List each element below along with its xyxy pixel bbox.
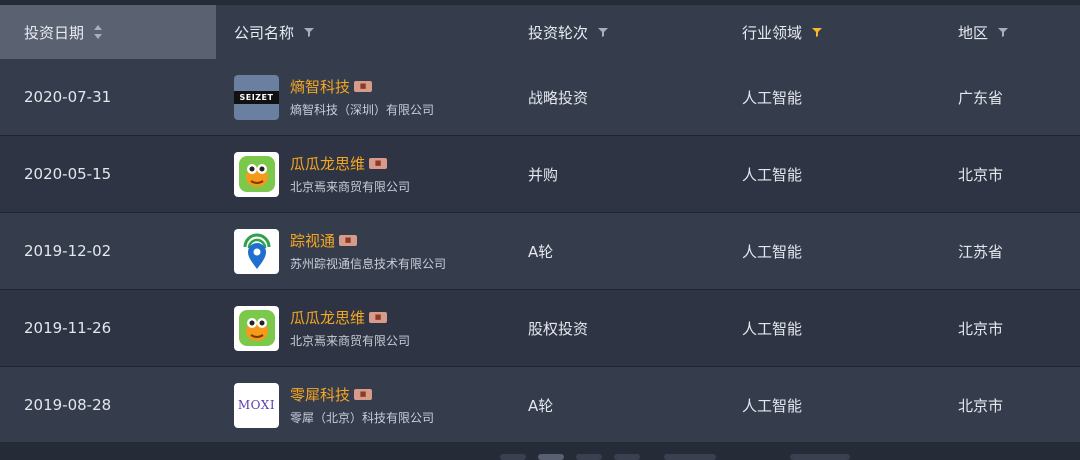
company-logo: MOXI	[234, 382, 279, 428]
date-cell: 2020-07-31	[24, 88, 112, 106]
company-name[interactable]: 瓜瓜龙思维	[290, 307, 365, 328]
company-legal-name: 熵智科技（深圳）有限公司	[290, 103, 435, 117]
sort-icon[interactable]	[94, 25, 103, 39]
page-button[interactable]	[614, 454, 640, 460]
round-cell: 股权投资	[528, 319, 589, 338]
company-name[interactable]: 踪视通	[290, 230, 335, 251]
logo-text: MOXI	[237, 398, 276, 412]
location-pin-icon	[243, 233, 270, 269]
industry-cell: 人工智能	[742, 319, 803, 338]
company-legal-name: 零犀（北京）科技有限公司	[290, 411, 435, 425]
date-cell: 2020-05-15	[24, 165, 112, 183]
page-button[interactable]	[500, 454, 526, 460]
tag-badge: ■	[339, 235, 358, 246]
filter-icon[interactable]	[996, 25, 1010, 39]
page-button[interactable]	[576, 454, 602, 460]
column-header-industry[interactable]: 行业领域	[742, 5, 824, 59]
date-cell: 2019-11-26	[24, 319, 112, 337]
column-header-label: 投资轮次	[528, 23, 589, 42]
company-legal-name: 北京焉来商贸有限公司	[290, 180, 411, 194]
dino-logo-icon	[238, 156, 275, 192]
tag-badge: ■	[354, 389, 373, 400]
company-logo	[234, 305, 279, 351]
column-header-label: 公司名称	[234, 23, 295, 42]
company-cell[interactable]: SEIZET 熵智科技 ■ 熵智科技（深圳）有限公司	[234, 74, 434, 120]
industry-cell: 人工智能	[742, 165, 803, 184]
table-header: 投资日期 公司名称 投资轮次 行业领域 地区	[0, 5, 1080, 59]
company-name[interactable]: 零犀科技	[290, 384, 350, 405]
region-cell: 北京市	[958, 165, 1004, 184]
filter-icon-active[interactable]	[810, 25, 824, 39]
company-logo	[234, 151, 279, 197]
round-cell: 并购	[528, 165, 559, 184]
round-cell: A轮	[528, 396, 554, 415]
filter-icon[interactable]	[596, 25, 610, 39]
pagination	[0, 442, 1080, 460]
round-cell: A轮	[528, 242, 554, 261]
column-header-date[interactable]: 投资日期	[0, 5, 216, 59]
tag-badge: ■	[369, 158, 388, 169]
industry-cell: 人工智能	[742, 396, 803, 415]
page-size-select[interactable]	[664, 454, 716, 460]
table-row[interactable]: 2019-08-28 MOXI 零犀科技 ■ 零犀（北京）科技有限公司 A轮 人…	[0, 367, 1080, 444]
region-cell: 北京市	[958, 396, 1004, 415]
table-row[interactable]: 2019-12-02 踪视通 ■ 苏州踪视通信息技术有限公司 A轮 人工智能 江…	[0, 213, 1080, 290]
company-logo	[234, 228, 279, 274]
table-row[interactable]: 2020-05-15 瓜瓜龙思维 ■ 北京焉来商贸有限公司 并购 人工智能 北京…	[0, 136, 1080, 213]
company-legal-name: 北京焉来商贸有限公司	[290, 334, 411, 348]
column-header-label: 地区	[958, 23, 989, 42]
region-cell: 广东省	[958, 88, 1004, 107]
region-cell: 北京市	[958, 319, 1004, 338]
column-header-region[interactable]: 地区	[958, 5, 1010, 59]
industry-cell: 人工智能	[742, 242, 803, 261]
company-cell[interactable]: 瓜瓜龙思维 ■ 北京焉来商贸有限公司	[234, 151, 410, 197]
company-cell[interactable]: 踪视通 ■ 苏州踪视通信息技术有限公司	[234, 228, 446, 274]
page-jump-input[interactable]	[790, 454, 850, 460]
company-cell[interactable]: MOXI 零犀科技 ■ 零犀（北京）科技有限公司	[234, 382, 434, 428]
logo-text: SEIZET	[239, 92, 274, 102]
date-cell: 2019-08-28	[24, 396, 112, 414]
dino-logo-icon	[238, 310, 275, 346]
company-name[interactable]: 熵智科技	[290, 76, 350, 97]
tag-badge: ■	[369, 312, 388, 323]
page-button-active[interactable]	[538, 454, 564, 460]
column-header-label: 行业领域	[742, 23, 803, 42]
filter-icon[interactable]	[302, 25, 316, 39]
column-header-label: 投资日期	[24, 23, 85, 42]
industry-cell: 人工智能	[742, 88, 803, 107]
table-row[interactable]: 2020-07-31 SEIZET 熵智科技 ■ 熵智科技（深圳）有限公司 战略…	[0, 59, 1080, 136]
region-cell: 江苏省	[958, 242, 1004, 261]
table-row[interactable]: 2019-11-26 瓜瓜龙思维 ■ 北京焉来商贸有限公司 股权投资 人工智能 …	[0, 290, 1080, 367]
column-header-company[interactable]: 公司名称	[234, 5, 316, 59]
round-cell: 战略投资	[528, 88, 589, 107]
column-header-round[interactable]: 投资轮次	[528, 5, 610, 59]
tag-badge: ■	[354, 81, 373, 92]
company-name[interactable]: 瓜瓜龙思维	[290, 153, 365, 174]
company-legal-name: 苏州踪视通信息技术有限公司	[290, 257, 447, 271]
company-cell[interactable]: 瓜瓜龙思维 ■ 北京焉来商贸有限公司	[234, 305, 410, 351]
company-logo: SEIZET	[234, 74, 279, 120]
date-cell: 2019-12-02	[24, 242, 112, 260]
